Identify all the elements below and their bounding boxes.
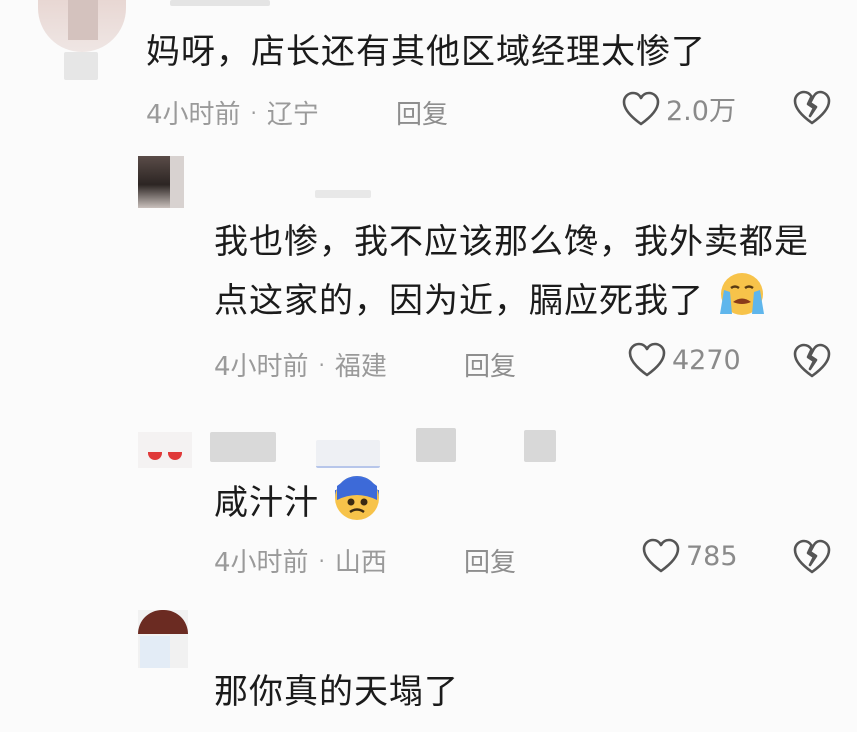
comment-text: 那你真的天塌了 [214, 672, 459, 712]
avatar[interactable] [138, 610, 188, 668]
comment-text-line1: 我也惨，我不应该那么馋，我外卖都是 [214, 222, 809, 262]
comment-meta: 4小时前 · 辽宁 [146, 94, 319, 131]
dislike-button[interactable] [793, 343, 831, 383]
avatar[interactable] [138, 156, 184, 208]
timestamp: 4小时前 [214, 352, 309, 382]
dislike-button[interactable] [793, 539, 831, 579]
comment-text-line2: 点这家的，因为近，膈应死我了 [214, 270, 768, 335]
username-blurred[interactable] [170, 0, 270, 6]
like-count: 2.0万 [666, 96, 736, 127]
heart-outline-icon [642, 538, 680, 573]
username-blurred [416, 428, 456, 462]
like-button[interactable]: 4270 [628, 342, 741, 378]
username-badge-blurred [316, 440, 380, 468]
heart-outline-icon [628, 342, 666, 377]
avatar[interactable] [38, 0, 126, 52]
reply-button[interactable]: 回复 [396, 94, 448, 131]
timestamp: 4小时前 [146, 100, 241, 130]
comment-meta: 4小时前 · 山西 [214, 542, 387, 579]
separator-dot: · [318, 352, 325, 377]
username-blurred[interactable] [210, 432, 276, 462]
avatar-shadow [64, 52, 98, 80]
separator-dot: · [250, 100, 257, 125]
reply-button[interactable]: 回复 [464, 542, 516, 579]
comment-text: 咸汁汁 [214, 470, 383, 539]
username-blurred[interactable] [315, 190, 371, 198]
broken-heart-icon [793, 343, 831, 378]
broken-heart-icon [793, 539, 831, 574]
username-blurred [524, 430, 556, 462]
comment-meta: 4小时前 · 福建 [214, 346, 387, 383]
avatar[interactable] [138, 432, 192, 468]
broken-heart-icon [793, 90, 831, 125]
comment-text-content: 咸汁汁 [214, 483, 319, 523]
separator-dot: · [318, 548, 325, 573]
location: 福建 [334, 352, 387, 382]
anxious-blue-face-emoji [331, 470, 383, 539]
comment-text-line2-content: 点这家的，因为近，膈应死我了 [214, 281, 704, 321]
timestamp: 4小时前 [214, 548, 309, 578]
comment-text: 妈呀，店长还有其他区域经理太惨了 [146, 32, 706, 72]
like-button[interactable]: 785 [642, 538, 738, 574]
reply-button[interactable]: 回复 [464, 346, 516, 383]
location: 辽宁 [266, 100, 319, 130]
like-count: 4270 [672, 344, 741, 376]
crying-face-emoji [716, 270, 768, 335]
location: 山西 [334, 548, 387, 578]
dislike-button[interactable] [793, 90, 831, 130]
like-count: 785 [686, 540, 738, 572]
like-button[interactable]: 2.0万 [622, 89, 736, 128]
heart-outline-icon [622, 91, 660, 125]
